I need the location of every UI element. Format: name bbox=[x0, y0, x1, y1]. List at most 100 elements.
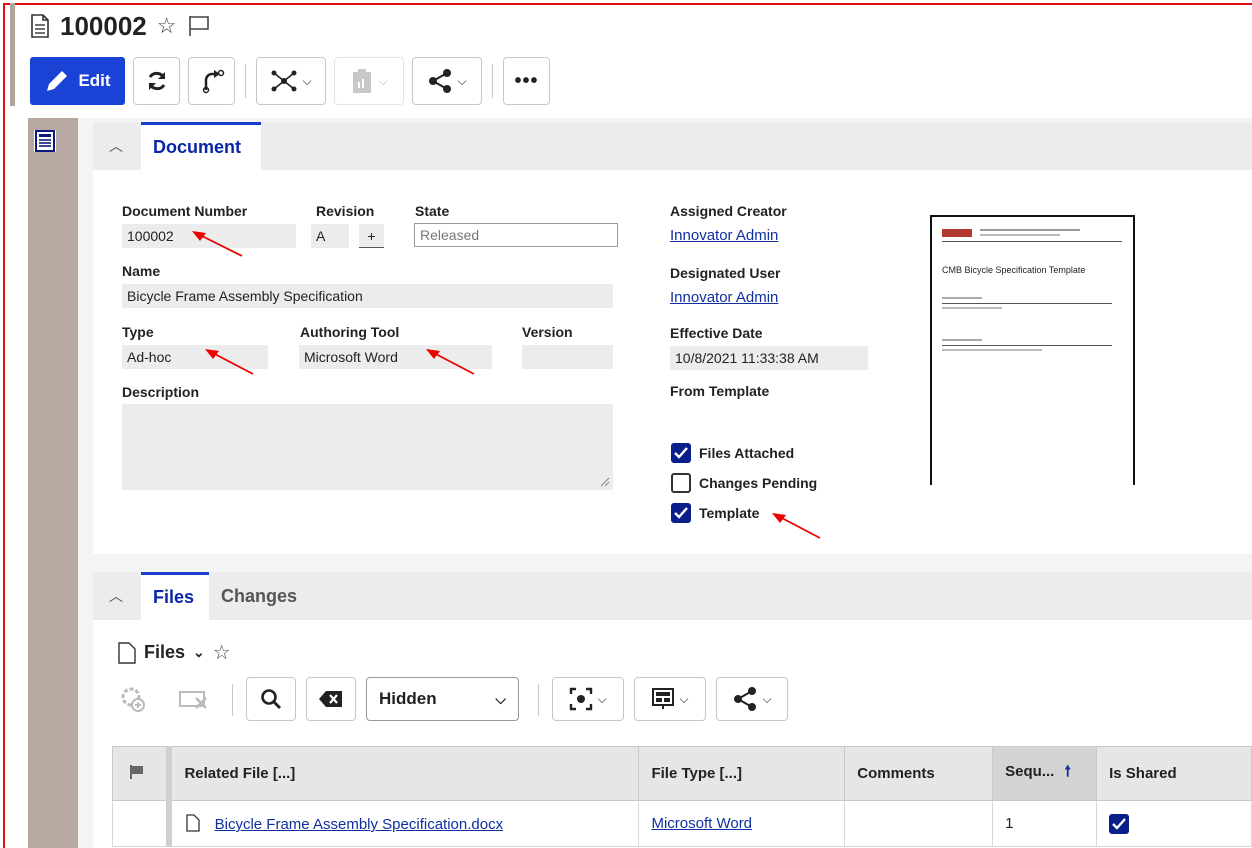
star-outline-icon[interactable]: ☆ bbox=[213, 640, 231, 665]
sequence-cell[interactable]: 1 bbox=[992, 800, 1098, 847]
revision-field[interactable]: A bbox=[311, 224, 349, 248]
effective-date-label: Effective Date bbox=[670, 325, 763, 341]
description-field[interactable] bbox=[122, 404, 613, 490]
tab-files[interactable]: Files bbox=[141, 572, 209, 620]
designated-user-label: Designated User bbox=[670, 265, 781, 281]
chevron-down-icon: ⌵ bbox=[457, 73, 467, 88]
share-menu-button[interactable]: ⌵ bbox=[412, 57, 482, 105]
files-search-group: Hidden ⌵ bbox=[246, 677, 519, 721]
checkbox-checked-icon bbox=[671, 443, 691, 463]
remove-row-icon[interactable] bbox=[178, 684, 212, 714]
related-file-link[interactable]: Bicycle Frame Assembly Specification.doc… bbox=[215, 816, 503, 833]
related-file-cell: Bicycle Frame Assembly Specification.doc… bbox=[166, 800, 640, 847]
search-icon bbox=[261, 689, 281, 709]
toolbar-divider bbox=[492, 64, 493, 98]
designated-user-link[interactable]: Innovator Admin bbox=[670, 289, 778, 306]
tab-document[interactable]: Document bbox=[141, 122, 261, 170]
description-label: Description bbox=[122, 384, 200, 400]
effective-date-field[interactable]: 10/8/2021 11:33:38 AM bbox=[670, 346, 868, 370]
is-shared-cell bbox=[1096, 800, 1252, 847]
column-header-file-type[interactable]: File Type [...] bbox=[638, 746, 846, 801]
files-grid: Related File [...] File Type [...] Comme… bbox=[112, 746, 1252, 847]
files-toolbar-remove bbox=[178, 677, 212, 721]
backspace-icon bbox=[319, 691, 342, 707]
document-icon bbox=[31, 14, 49, 38]
pencil-icon bbox=[47, 71, 68, 91]
checkbox-empty-icon bbox=[671, 473, 691, 493]
comments-cell[interactable] bbox=[844, 800, 994, 847]
files-share-menu-button[interactable]: ⌵ bbox=[716, 677, 788, 721]
column-header-sequence[interactable]: Sequ... 🠕 bbox=[992, 746, 1098, 801]
report-menu-button[interactable]: ⌵ bbox=[334, 57, 404, 105]
resize-grip-icon[interactable] bbox=[600, 477, 610, 487]
capture-menu-button[interactable]: ⌵ bbox=[552, 677, 624, 721]
annotation-arrow bbox=[192, 231, 243, 257]
structure-menu-button[interactable]: ⌵ bbox=[256, 57, 326, 105]
promote-arrow-icon bbox=[202, 69, 224, 94]
table-row[interactable]: Bicycle Frame Assembly Specification.doc… bbox=[112, 800, 1252, 847]
is-shared-checkbox[interactable] bbox=[1109, 813, 1130, 834]
refresh-button[interactable] bbox=[133, 57, 180, 105]
authoring-tool-label: Authoring Tool bbox=[300, 324, 400, 340]
revision-label: Revision bbox=[316, 203, 375, 219]
annotation-arrow bbox=[772, 513, 821, 539]
promote-button[interactable] bbox=[188, 57, 235, 105]
column-header-is-shared[interactable]: Is Shared bbox=[1096, 746, 1252, 801]
toolbar-divider bbox=[245, 64, 246, 98]
focus-capture-icon bbox=[570, 687, 593, 711]
search-button[interactable] bbox=[246, 677, 296, 721]
more-icon: ••• bbox=[514, 69, 539, 92]
edit-button[interactable]: Edit bbox=[30, 57, 125, 105]
share-icon bbox=[429, 69, 452, 93]
item-header: 100002 ☆ bbox=[30, 10, 211, 42]
document-thumbnail[interactable]: CMB Bicycle Specification Template bbox=[930, 215, 1135, 485]
template-checkbox[interactable]: Template bbox=[671, 503, 759, 523]
flag-outline-icon[interactable] bbox=[187, 15, 211, 37]
version-label: Version bbox=[522, 324, 573, 340]
clear-search-button[interactable] bbox=[306, 677, 356, 721]
column-header-comments[interactable]: Comments bbox=[844, 746, 994, 801]
flag-filled-icon bbox=[130, 764, 143, 779]
version-field[interactable] bbox=[522, 345, 613, 369]
share-icon bbox=[734, 687, 757, 711]
toolbar-divider bbox=[538, 684, 539, 716]
form-view-icon[interactable] bbox=[34, 130, 56, 152]
more-actions-button[interactable]: ••• bbox=[503, 57, 550, 105]
name-field[interactable]: Bicycle Frame Assembly Specification bbox=[122, 284, 613, 308]
star-outline-icon[interactable]: ☆ bbox=[157, 13, 177, 39]
network-icon bbox=[271, 70, 297, 92]
file-icon bbox=[186, 814, 201, 832]
row-flag-cell[interactable] bbox=[112, 800, 170, 847]
grid-layout-icon bbox=[652, 688, 675, 709]
tab-changes[interactable]: Changes bbox=[209, 572, 309, 620]
from-template-label: From Template bbox=[670, 383, 770, 399]
column-header-related-file[interactable]: Related File [...] bbox=[166, 746, 640, 801]
file-icon bbox=[118, 641, 136, 664]
search-mode-select[interactable]: Hidden ⌵ bbox=[366, 677, 519, 721]
page-title: 100002 bbox=[60, 10, 147, 41]
collapse-chevron-icon[interactable]: ︿ bbox=[109, 136, 123, 156]
state-field[interactable]: Released bbox=[414, 223, 618, 247]
chevron-down-icon: ⌵ bbox=[679, 691, 689, 706]
toolbar-divider bbox=[232, 684, 233, 716]
add-gear-icon[interactable] bbox=[118, 684, 148, 714]
sort-ascending-icon: 🠕 bbox=[1064, 763, 1071, 780]
collapse-chevron-icon[interactable]: ︿ bbox=[109, 586, 123, 606]
annotation-arrow bbox=[426, 349, 475, 375]
checkbox-checked-icon bbox=[671, 503, 691, 523]
files-attached-checkbox[interactable]: Files Attached bbox=[671, 443, 794, 463]
chevron-down-icon[interactable]: ⌄ bbox=[193, 644, 205, 661]
changes-pending-checkbox[interactable]: Changes Pending bbox=[671, 473, 817, 493]
layout-menu-button[interactable]: ⌵ bbox=[634, 677, 706, 721]
left-accent-bar bbox=[10, 3, 15, 106]
file-type-link[interactable]: Microsoft Word bbox=[651, 815, 752, 832]
annotation-arrow bbox=[205, 349, 254, 375]
revision-increment-button[interactable]: + bbox=[359, 224, 384, 248]
files-grid-title: Files ⌄ ☆ bbox=[118, 640, 231, 665]
assigned-creator-link[interactable]: Innovator Admin bbox=[670, 227, 778, 244]
flag-column-header[interactable] bbox=[112, 746, 170, 801]
chevron-down-icon: ⌵ bbox=[597, 691, 607, 706]
thumbnail-title: CMB Bicycle Specification Template bbox=[942, 265, 1086, 275]
relationships-section-header: ︿ Files Changes bbox=[93, 572, 1252, 620]
document-number-label: Document Number bbox=[122, 203, 248, 219]
